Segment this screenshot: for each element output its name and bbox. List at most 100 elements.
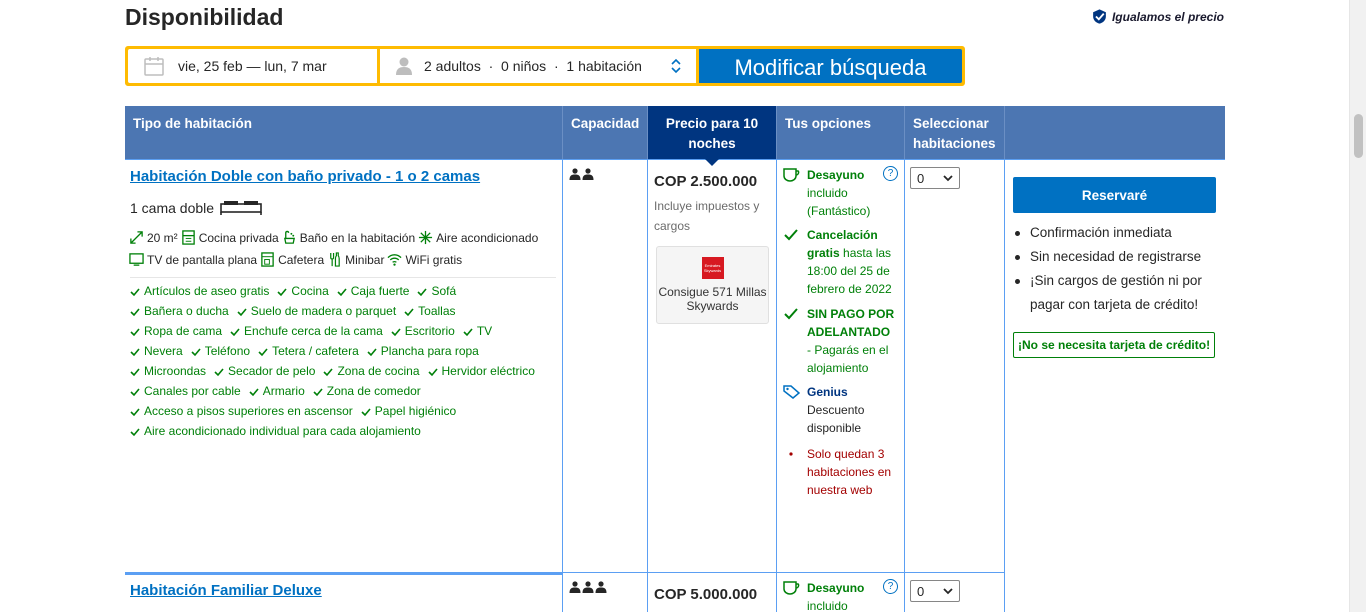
person-icon — [595, 581, 607, 593]
amenity-label: Escritorio — [404, 324, 455, 338]
table-header: Tipo de habitación Capacidad Precio para… — [125, 106, 1225, 166]
amenity-label: Secador de pelo — [228, 364, 316, 378]
capacity-cell — [563, 572, 648, 612]
person-icon — [582, 581, 594, 593]
checkmark-icon — [130, 427, 140, 436]
scrollbar-thumb[interactable] — [1354, 114, 1363, 158]
checkmark-icon — [130, 387, 140, 396]
checkmark-icon — [258, 347, 268, 356]
amenity-item: TV — [463, 324, 492, 339]
quantity-value: 0 — [917, 583, 925, 599]
checkmark-icon — [337, 287, 347, 296]
room-name-link[interactable]: Habitación Familiar Deluxe — [130, 582, 562, 599]
date-picker[interactable]: vie, 25 feb — lun, 7 mar — [128, 49, 377, 83]
facility-item: WiFi gratis — [387, 252, 462, 267]
amenity-label: Acceso a pisos superiores en ascensor — [144, 404, 353, 418]
options-cell: ? Desayuno incluido — [777, 572, 905, 612]
capacity-cell — [563, 160, 648, 572]
option-breakfast: Desayuno incluido — [783, 579, 899, 612]
breakfast-label: Desayuno — [807, 168, 865, 182]
facility-label: Minibar — [345, 252, 385, 267]
shield-check-icon — [1093, 9, 1106, 24]
room-name-link[interactable]: Habitación Doble con baño privado - 1 o … — [130, 168, 562, 185]
amenity-item: Microondas — [130, 364, 206, 379]
amenity-item: Caja fuerte — [337, 284, 409, 299]
bed-label: 1 cama doble — [130, 200, 215, 216]
facility-item: 20 m² — [129, 230, 178, 245]
checkmark-icon — [130, 407, 140, 416]
facility-label: Cocina privada — [198, 230, 279, 245]
header-capacity: Capacidad — [563, 106, 648, 159]
amenity-label: Bañera o ducha — [144, 304, 229, 318]
amenity-item: Suelo de madera o parquet — [237, 304, 396, 319]
room-quantity-select[interactable]: 0 — [910, 580, 960, 602]
amenity-item: Hervidor eléctrico — [427, 364, 535, 379]
amenity-label: TV — [476, 324, 493, 338]
amenity-label: Microondas — [144, 364, 207, 378]
reserve-cell — [1005, 572, 1225, 612]
facilities-list: 20 m² Cocina privada Baño en la habitaci… — [129, 230, 554, 267]
genius-detail: Descuento disponible — [807, 403, 865, 435]
breakfast-detail: incluido — [807, 599, 848, 612]
rooms-table: Tipo de habitación Capacidad Precio para… — [125, 106, 1225, 612]
amenity-label: Hervidor eléctrico — [441, 364, 535, 378]
header-price: Precio para 10 noches — [648, 106, 777, 166]
page-scrollbar[interactable] — [1349, 0, 1366, 612]
amenity-label: Teléfono — [204, 344, 251, 358]
room-quantity-select[interactable]: 0 — [910, 167, 960, 189]
table-row: Habitación Doble con baño privado - 1 o … — [125, 159, 1225, 572]
reserve-button[interactable]: Reservaré — [1013, 177, 1216, 213]
modify-search-button[interactable]: Modificar búsqueda — [699, 49, 962, 83]
amenity-item: Zona de comedor — [313, 384, 421, 399]
select-cell: 0 — [905, 160, 1005, 572]
facility-label: WiFi gratis — [405, 252, 463, 267]
option-breakfast: Desayuno incluido (Fantástico) — [783, 166, 899, 220]
chevron-updown-icon — [671, 58, 681, 74]
amenity-item: Toallas — [404, 304, 456, 319]
no-card-badge: ¡No se necesita tarjeta de crédito! — [1013, 332, 1216, 358]
perk-item: ¡Sin cargos de gestión ni por pagar con … — [1015, 269, 1220, 317]
guests-selector[interactable]: 2 adultos · 0 niños · 1 habitación — [380, 49, 696, 83]
room-price: COP 5.000.000 — [654, 586, 758, 603]
amenity-item: Escritorio — [391, 324, 455, 339]
facility-item: Cocina privada — [181, 230, 279, 245]
facility-label: Cafetera — [278, 252, 325, 267]
facility-item: Cafetera — [260, 252, 324, 267]
checkmark-icon — [277, 287, 288, 296]
amenity-label: Tetera / cafetera — [272, 344, 359, 358]
amenity-item: Papel higiénico — [361, 404, 456, 419]
genius-label[interactable]: Genius — [807, 385, 848, 399]
amenity-label: Artículos de aseo gratis — [144, 284, 270, 298]
checkmark-icon — [427, 367, 438, 376]
minibar-icon — [330, 252, 340, 267]
checkmark-icon — [130, 327, 140, 336]
amenity-label: Nevera — [144, 344, 183, 358]
scarcity-text: Solo quedan 3 habitaciones en nuestra we… — [807, 447, 892, 497]
header-select: Seleccionar habitaciones — [905, 106, 1005, 159]
checkmark-icon — [249, 387, 259, 396]
amenity-label: Zona de comedor — [326, 384, 421, 398]
capacity-icons — [569, 168, 647, 180]
price-match-badge[interactable]: Igualamos el precio — [1091, 8, 1224, 25]
checkmark-icon — [130, 347, 140, 356]
amenity-item: Tetera / cafetera — [258, 344, 359, 359]
checkmark-icon — [391, 327, 401, 336]
amenity-label: Armario — [262, 384, 305, 398]
bathroom-icon — [283, 230, 295, 244]
option-cancellation: Cancelación gratis hasta las 18:00 del 2… — [783, 226, 899, 298]
amenity-label: Cocina — [291, 284, 329, 298]
checkmark-icon — [130, 367, 140, 376]
amenity-item: Acceso a pisos superiores en ascensor — [130, 404, 353, 419]
reserve-perks: Confirmación inmediata Sin necesidad de … — [1015, 221, 1220, 317]
guests-text: 2 adultos · 0 niños · 1 habitación — [424, 58, 642, 74]
checkmark-icon — [323, 367, 334, 376]
room-price: COP 2.500.000 — [654, 173, 758, 190]
search-bar: vie, 25 feb — lun, 7 mar 2 adultos · 0 n… — [125, 46, 965, 86]
facility-item: TV de pantalla plana — [129, 252, 257, 267]
skywards-box: Emirates Skywards Consigue 571 Millas Sk… — [656, 246, 769, 324]
table-row: Habitación Familiar Deluxe COP 5.000.000… — [125, 572, 1225, 612]
coffee-cup-icon — [783, 168, 800, 182]
amenity-label: Plancha para ropa — [380, 344, 479, 358]
quantity-value: 0 — [917, 170, 925, 186]
amenity-item: Secador de pelo — [214, 364, 315, 379]
